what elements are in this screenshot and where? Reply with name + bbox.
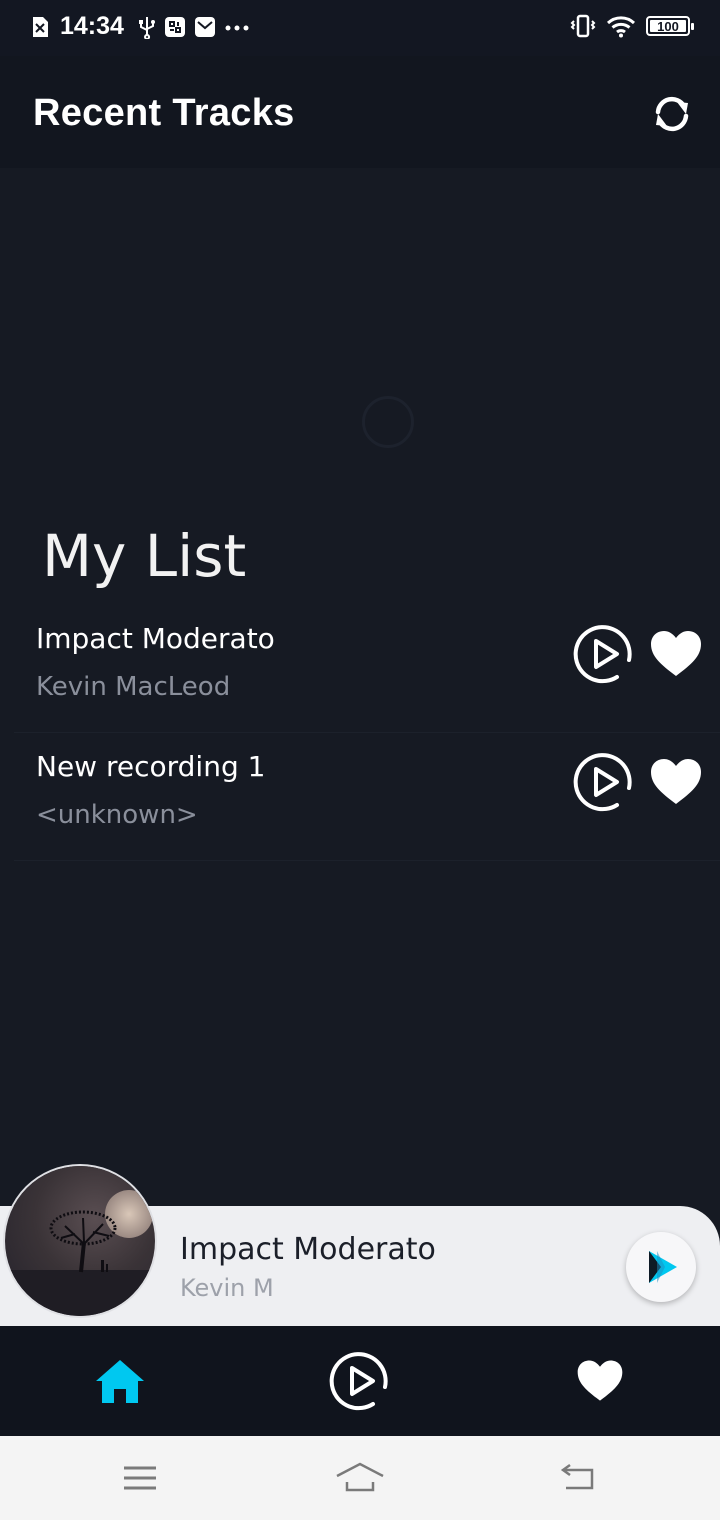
home-icon	[336, 1462, 384, 1492]
album-art-image	[5, 1190, 155, 1316]
more-dots-icon	[225, 25, 249, 30]
track-artist: <unknown>	[36, 800, 198, 830]
sim-off-icon	[33, 16, 48, 37]
settings-app-icon	[164, 16, 185, 37]
mail-icon	[194, 16, 215, 37]
nav-favorites[interactable]	[565, 1346, 635, 1416]
play-circle-icon	[573, 753, 632, 812]
menu-icon	[124, 1466, 156, 1490]
heart-icon	[651, 631, 701, 676]
back-icon	[560, 1463, 594, 1490]
status-bar: 14:34 100	[0, 0, 720, 56]
system-nav-bar	[0, 1436, 720, 1520]
play-icon	[649, 1251, 677, 1283]
mini-player-artist: Kevin M	[180, 1274, 274, 1302]
page-title: Recent Tracks	[33, 92, 295, 134]
home-icon	[96, 1360, 144, 1403]
vibrate-icon	[570, 14, 596, 38]
status-right: 100	[570, 13, 694, 39]
battery-level: 100	[657, 18, 679, 34]
refresh-icon	[655, 96, 689, 132]
system-home-button[interactable]	[330, 1454, 390, 1502]
play-circle-icon	[573, 625, 632, 684]
heart-icon	[577, 1360, 623, 1401]
refresh-button[interactable]	[648, 92, 696, 136]
track-play-button[interactable]	[572, 750, 636, 814]
track-favorite-button[interactable]	[648, 754, 704, 810]
battery-tip	[691, 23, 694, 30]
mini-player-title: Impact Moderato	[180, 1232, 436, 1267]
nav-player[interactable]	[325, 1346, 395, 1416]
wifi-icon	[606, 16, 636, 38]
my-list-title: My List	[42, 522, 247, 590]
status-left: 14:34	[30, 12, 250, 41]
usb-icon	[138, 16, 155, 39]
track-title: New recording 1	[36, 750, 266, 783]
battery-icon: 100	[646, 16, 694, 36]
track-title: Impact Moderato	[36, 622, 275, 655]
app-header: Recent Tracks	[0, 56, 720, 168]
track-artist: Kevin MacLeod	[36, 672, 231, 702]
track-row[interactable]: Impact Moderato Kevin MacLeod	[14, 604, 720, 733]
system-back-button[interactable]	[548, 1454, 608, 1502]
play-circle-icon	[329, 1352, 388, 1411]
nav-home[interactable]	[85, 1346, 155, 1416]
mini-player-play-button[interactable]	[626, 1232, 696, 1302]
system-menu-button[interactable]	[110, 1454, 170, 1502]
heart-icon	[651, 759, 701, 804]
album-art[interactable]	[5, 1166, 155, 1316]
track-row[interactable]: New recording 1 <unknown>	[14, 732, 720, 861]
status-time: 14:34	[60, 12, 124, 40]
bottom-nav	[0, 1326, 720, 1436]
loading-spinner	[362, 396, 414, 448]
track-favorite-button[interactable]	[648, 626, 704, 682]
track-play-button[interactable]	[572, 622, 636, 686]
